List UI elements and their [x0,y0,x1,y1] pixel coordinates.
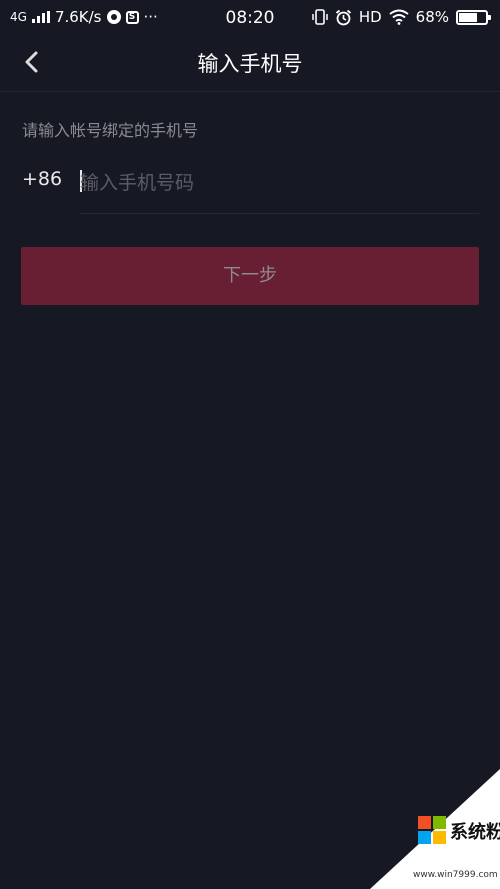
battery-icon [456,9,491,25]
logo-tile [433,831,446,844]
vibrate-icon [312,9,328,25]
status-bar: 4G 7.6K/s S ··· 08:20 HD 68% [0,0,500,34]
logo-tile [418,831,431,844]
country-code[interactable]: +86 [22,168,62,190]
watermark-brand: 系统粉 [450,822,500,843]
battery-percent: 68% [415,8,449,26]
phone-placeholder: 输入手机号码 [80,172,195,194]
logo-tile [433,816,446,829]
phone-input[interactable]: 输入手机号码 [80,163,479,214]
alarm-icon [335,9,351,25]
next-button[interactable]: 下一步 [21,247,479,305]
hd-indicator: HD [358,8,382,26]
status-right: HD 68% [312,8,491,26]
wifi-icon [389,9,409,25]
logo-tile [418,816,431,829]
watermark-url: www.win7999.com [413,870,498,880]
page-title: 输入手机号 [197,52,303,76]
battery-fill [459,12,477,22]
windows-logo-icon [418,816,446,844]
instruction-text: 请输入帐号绑定的手机号 [22,121,199,140]
nav-bar: 输入手机号 [0,34,500,92]
